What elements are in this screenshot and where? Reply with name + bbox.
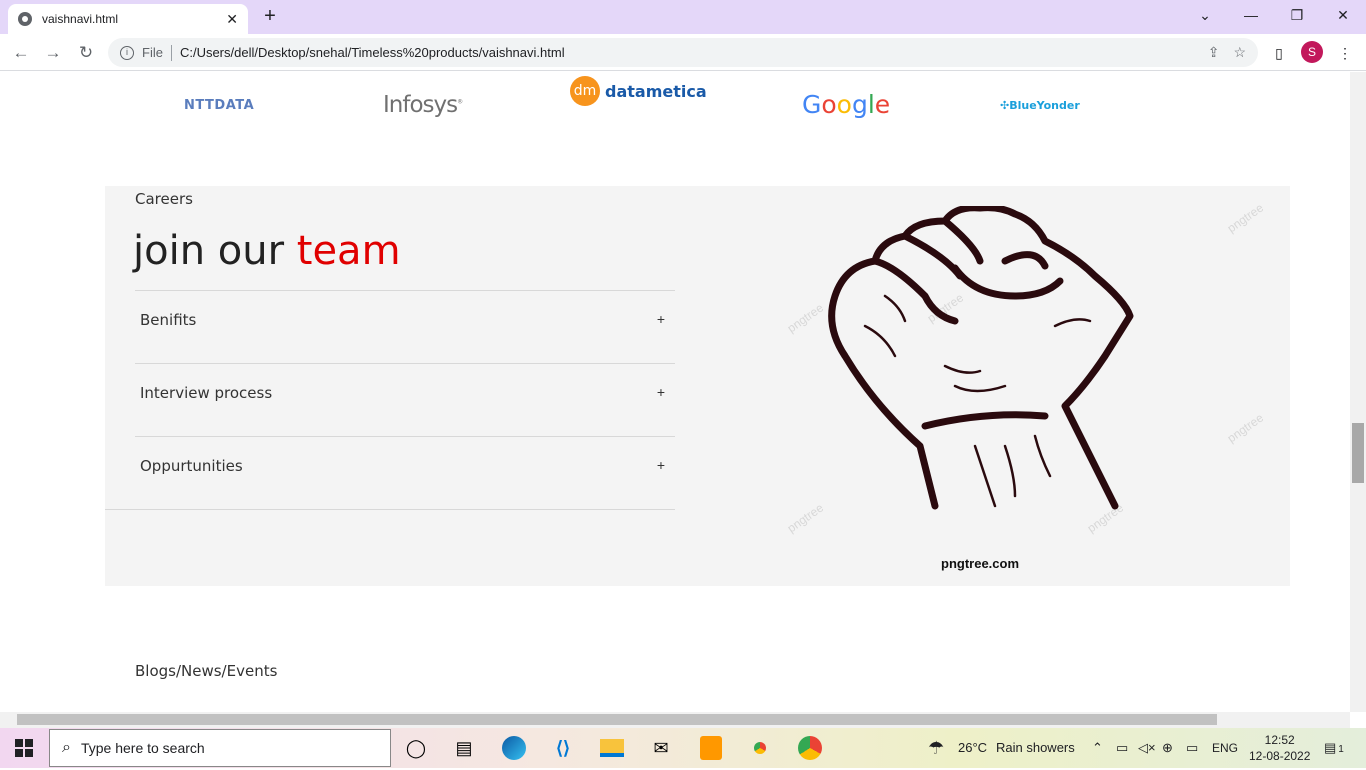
accordion-label: Interview process: [140, 384, 273, 402]
blueyonder-dots-icon: ✣: [1000, 99, 1010, 112]
meet-now-icon[interactable]: ▭: [1116, 728, 1128, 768]
vertical-scrollbar[interactable]: [1350, 72, 1366, 712]
menu-icon[interactable]: ⋮: [1334, 42, 1356, 64]
blueyonder-logo: ✣BlueYonder: [1000, 99, 1080, 112]
minimize-button[interactable]: —: [1228, 0, 1274, 30]
careers-section: Careers join our team Benifits + Intervi…: [105, 186, 1290, 586]
clock[interactable]: 12:52 12-08-2022: [1249, 732, 1310, 764]
image-credit: pngtree.com: [941, 556, 1020, 571]
accordion-item-benefits[interactable]: Benifits +: [135, 290, 675, 363]
plus-icon[interactable]: +: [657, 311, 665, 327]
blogs-eyebrow: Blogs/News/Events: [135, 662, 278, 680]
watermark: pngtree: [1224, 200, 1267, 236]
chrome-profile-icon[interactable]: [796, 734, 824, 762]
windows-icon: [15, 739, 33, 757]
weather-temp[interactable]: 26°C: [958, 728, 987, 768]
weather-icon[interactable]: ☂: [928, 728, 944, 768]
network-icon[interactable]: ⊕: [1162, 728, 1173, 768]
accordion-item-opportunities[interactable]: Oppurtunities +: [135, 436, 675, 509]
careers-eyebrow: Careers: [135, 190, 193, 208]
infosys-logo: Infosys®: [383, 92, 463, 118]
url-text[interactable]: C:/Users/dell/Desktop/snehal/Timeless%20…: [180, 45, 1194, 60]
chevron-up-icon[interactable]: ⌃: [1092, 728, 1103, 768]
tab-search-icon[interactable]: ⌄: [1182, 0, 1228, 30]
side-panel-icon[interactable]: ▯: [1268, 42, 1290, 64]
url-scheme: File: [142, 45, 163, 60]
client-logos: NTTDATA Infosys® dm datametica Google ✣B…: [0, 72, 1350, 182]
address-bar[interactable]: i File C:/Users/dell/Desktop/snehal/Time…: [108, 38, 1258, 67]
profile-avatar[interactable]: S: [1301, 41, 1323, 63]
sublime-icon[interactable]: [697, 734, 725, 762]
horizontal-scroll-thumb[interactable]: [17, 714, 1217, 725]
raised-fist-illustration: pngtree pngtree pngtree pngtree pngtree …: [745, 191, 1285, 581]
accordion-item-interview-process[interactable]: Interview process +: [135, 363, 675, 436]
careers-heading: join our team: [133, 228, 401, 274]
restore-button[interactable]: ❐: [1274, 0, 1320, 30]
browser-toolbar: ← → ↻ i File C:/Users/dell/Desktop/sneha…: [0, 34, 1366, 71]
info-icon[interactable]: i: [120, 45, 134, 60]
close-tab-icon[interactable]: ✕: [226, 11, 238, 28]
reload-button[interactable]: ↻: [74, 41, 98, 65]
volume-icon[interactable]: ◁×: [1138, 728, 1156, 768]
bookmark-star-icon[interactable]: ☆: [1233, 44, 1246, 61]
tab-strip: vaishnavi.html ✕ + ⌄ — ❐ ✕: [0, 0, 1366, 34]
url-separator: [170, 44, 172, 61]
fist-icon: [828, 206, 1134, 510]
accordion-label: Oppurtunities: [140, 457, 243, 475]
watermark: pngtree: [1224, 410, 1267, 446]
battery-icon[interactable]: ▭: [1186, 728, 1198, 768]
forward-button[interactable]: →: [41, 41, 65, 65]
mail-icon[interactable]: ✉: [647, 734, 675, 762]
chrome-icon[interactable]: [746, 734, 774, 762]
search-icon: ⌕: [62, 739, 71, 756]
globe-icon: [18, 12, 32, 26]
vertical-scroll-thumb[interactable]: [1352, 423, 1364, 483]
weather-text[interactable]: Rain showers: [996, 728, 1075, 768]
google-logo: Google: [802, 90, 891, 119]
accordion-divider: [105, 509, 675, 510]
windows-taskbar: ⌕ Type here to search ◯ ▤ ⟨⟩ ✉ ☂ 26°C Ra…: [0, 728, 1366, 768]
notification-icon[interactable]: ▤ 1: [1324, 728, 1344, 768]
notification-count: 1: [1338, 744, 1344, 755]
vscode-icon[interactable]: ⟨⟩: [549, 734, 577, 762]
clock-date: 12-08-2022: [1249, 749, 1311, 763]
start-button[interactable]: [0, 728, 48, 768]
taskbar-search[interactable]: ⌕ Type here to search: [49, 729, 391, 767]
file-explorer-icon[interactable]: [598, 734, 626, 762]
plus-icon[interactable]: +: [657, 457, 665, 473]
plus-icon[interactable]: +: [657, 384, 665, 400]
widgets-icon[interactable]: ▤: [450, 734, 478, 762]
page-viewport: NTTDATA Infosys® dm datametica Google ✣B…: [0, 72, 1350, 712]
clock-time: 12:52: [1264, 733, 1295, 747]
browser-tab[interactable]: vaishnavi.html ✕: [8, 4, 248, 34]
task-view-icon[interactable]: ◯: [402, 734, 430, 762]
edge-icon[interactable]: [500, 734, 528, 762]
language-indicator[interactable]: ENG: [1212, 728, 1238, 768]
share-icon[interactable]: ⇪: [1208, 44, 1220, 61]
close-window-button[interactable]: ✕: [1320, 0, 1366, 30]
back-button[interactable]: ←: [9, 41, 33, 65]
search-placeholder: Type here to search: [80, 740, 205, 756]
new-tab-button[interactable]: +: [258, 5, 282, 29]
accordion-label: Benifits: [140, 311, 197, 329]
datametica-logo: dm datametica: [570, 76, 707, 106]
tab-title: vaishnavi.html: [42, 12, 119, 26]
ntt-data-logo: NTTDATA: [184, 98, 255, 113]
